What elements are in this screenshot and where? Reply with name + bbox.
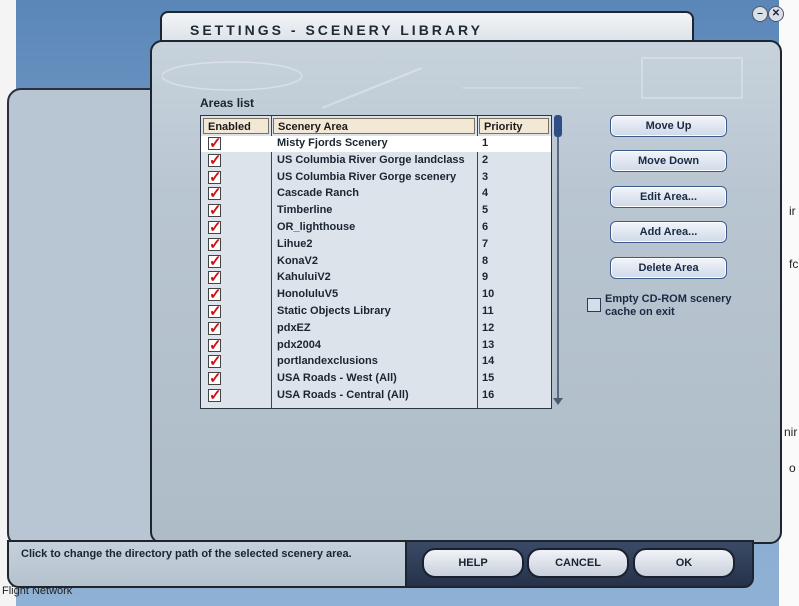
list-item[interactable]: ✓ USA Roads - Central (All) 16	[201, 388, 551, 404]
list-item[interactable]: ✓ pdxEZ 12	[201, 321, 551, 337]
empty-cache-checkbox[interactable]	[587, 298, 601, 312]
close-icon[interactable]: ✕	[768, 6, 784, 22]
enabled-checkbox[interactable]: ✓	[208, 136, 222, 151]
scenery-area-name: KahuluiV2	[277, 271, 331, 284]
areas-list[interactable]: Enabled Scenery Area Priority ✓ Misty Fjo…	[200, 115, 552, 409]
scenery-area-name: Misty Fjords Scenery	[277, 137, 388, 149]
priority-value: 9	[482, 271, 489, 284]
minimize-icon[interactable]: –	[752, 6, 768, 22]
priority-value: 6	[482, 221, 489, 233]
enabled-checkbox[interactable]: ✓	[208, 220, 222, 235]
window-title: SETTINGS - SCENERY LIBRARY	[190, 22, 483, 38]
help-button[interactable]: HELP	[422, 548, 524, 578]
list-item[interactable]: ✓ US Columbia River Gorge scenery 3	[201, 170, 551, 186]
priority-value: 2	[482, 153, 489, 166]
empty-cache-label: Empty CD-ROM scenery cache on exit	[605, 293, 732, 318]
column-header-priority[interactable]: Priority	[479, 118, 549, 134]
enabled-checkbox[interactable]: ✓	[208, 287, 222, 302]
scenery-area-name: USA Roads - West (All)	[277, 372, 397, 385]
scenery-area-name: pdx2004	[277, 338, 322, 351]
scenery-area-name: Lihue2	[277, 237, 313, 250]
background-text: nir	[784, 425, 798, 439]
status-bar: Click to change the directory path of th…	[7, 540, 411, 588]
enabled-checkbox[interactable]: ✓	[208, 170, 222, 185]
scenery-area-name: OR_lighthouse	[277, 221, 356, 233]
column-header-enabled[interactable]: Enabled	[203, 118, 269, 134]
list-scrollbar[interactable]	[553, 115, 563, 407]
enabled-checkbox[interactable]: ✓	[208, 321, 222, 336]
scroll-thumb[interactable]	[554, 115, 562, 137]
list-item[interactable]: ✓ OR_lighthouse 6	[201, 220, 551, 236]
background-text: fc	[789, 257, 799, 271]
background-text: o	[789, 461, 796, 475]
list-item[interactable]: ✓ Cascade Ranch 4	[201, 186, 551, 202]
enabled-checkbox[interactable]: ✓	[208, 254, 222, 269]
priority-value: 11	[482, 305, 494, 317]
enabled-checkbox[interactable]: ✓	[208, 338, 222, 353]
enabled-checkbox[interactable]: ✓	[208, 371, 222, 386]
priority-value: 5	[482, 204, 489, 217]
list-item[interactable]: ✓ Static Objects Library 11	[201, 304, 551, 320]
priority-value: 1	[482, 137, 489, 149]
scenery-area-name: Cascade Ranch	[277, 187, 359, 200]
enabled-checkbox[interactable]: ✓	[208, 304, 222, 319]
priority-value: 8	[482, 254, 489, 267]
priority-value: 15	[482, 372, 495, 385]
scenery-area-name: US Columbia River Gorge scenery	[277, 170, 457, 183]
areas-list-label: Areas list	[200, 96, 255, 110]
background-panel	[7, 88, 171, 547]
priority-value: 14	[482, 355, 495, 368]
cancel-button[interactable]: CANCEL	[527, 548, 629, 578]
enabled-checkbox[interactable]: ✓	[208, 270, 222, 285]
list-item[interactable]: ✓ Lihue2 7	[201, 237, 551, 253]
scenery-area-name: Static Objects Library	[277, 305, 391, 317]
list-item[interactable]: ✓ portlandexclusions 14	[201, 354, 551, 370]
priority-value: 13	[482, 338, 495, 351]
list-item[interactable]: ✓ pdx2004 13	[201, 338, 551, 354]
enabled-checkbox[interactable]: ✓	[208, 237, 222, 252]
scenery-area-name: KonaV2	[277, 254, 318, 267]
status-text: Click to change the directory path of th…	[21, 548, 352, 560]
scroll-down-arrow-icon[interactable]	[553, 398, 563, 405]
enabled-checkbox[interactable]: ✓	[208, 153, 222, 168]
scenery-area-name: Timberline	[277, 204, 333, 217]
list-item[interactable]: ✓ USA Roads - West (All) 15	[201, 371, 551, 387]
enabled-checkbox[interactable]: ✓	[208, 388, 222, 403]
list-item[interactable]: ✓ US Columbia River Gorge landclass 2	[201, 153, 551, 169]
list-item[interactable]: ✓ Timberline 5	[201, 203, 551, 219]
priority-value: 3	[482, 170, 489, 183]
scenery-area-name: HonoluluV5	[277, 288, 339, 301]
edit-area-button[interactable]: Edit Area...	[610, 186, 727, 208]
enabled-checkbox[interactable]: ✓	[208, 203, 222, 218]
list-item[interactable]: ✓ KonaV2 8	[201, 254, 551, 270]
scenery-area-name: USA Roads - Central (All)	[277, 389, 409, 401]
scenery-area-name: pdxEZ	[277, 321, 311, 334]
ok-button[interactable]: OK	[633, 548, 735, 578]
priority-value: 4	[482, 187, 489, 200]
scenery-area-name: portlandexclusions	[277, 355, 378, 368]
enabled-checkbox[interactable]: ✓	[208, 186, 222, 201]
enabled-checkbox[interactable]: ✓	[208, 354, 222, 369]
scroll-track	[557, 131, 559, 401]
scenery-area-name: US Columbia River Gorge landclass	[277, 153, 465, 166]
priority-value: 10	[482, 288, 495, 301]
delete-area-button[interactable]: Delete Area	[610, 257, 727, 279]
list-item[interactable]: ✓ Misty Fjords Scenery 1	[201, 136, 551, 152]
background-text: ir	[789, 204, 796, 218]
column-header-scenery-area[interactable]: Scenery Area	[273, 118, 475, 134]
priority-value: 16	[482, 389, 495, 401]
priority-value: 7	[482, 237, 489, 250]
list-item[interactable]: ✓ HonoluluV5 10	[201, 287, 551, 303]
priority-value: 12	[482, 321, 495, 334]
move-down-button[interactable]: Move Down	[610, 150, 727, 172]
list-item[interactable]: ✓ KahuluiV2 9	[201, 270, 551, 286]
add-area-button[interactable]: Add Area...	[610, 221, 727, 243]
move-up-button[interactable]: Move Up	[610, 115, 727, 137]
